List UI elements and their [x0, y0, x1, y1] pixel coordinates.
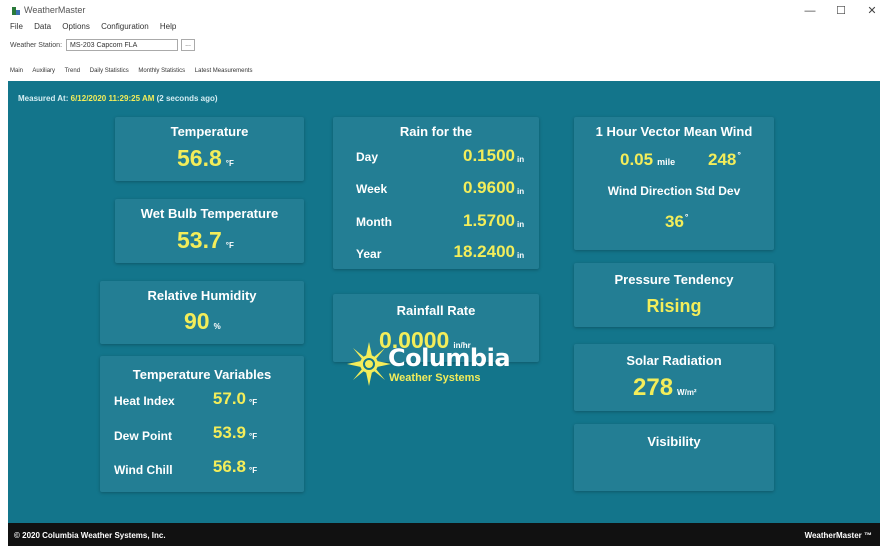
wet-bulb-unit: °F — [225, 241, 234, 250]
menu-configuration[interactable]: Configuration — [101, 22, 149, 31]
rain-week-label: Week — [356, 182, 388, 196]
maximize-button[interactable]: ☐ — [826, 2, 856, 20]
wet-bulb-value: 53.7 — [177, 227, 222, 253]
tab-trend[interactable]: Trend — [65, 68, 80, 74]
title-bar: WeatherMaster — ☐ ✕ — [0, 0, 889, 22]
heat-index-unit: °F — [249, 398, 258, 407]
heat-index-label: Heat Index — [114, 394, 175, 408]
wind-speed-row: 0.05 mile — [620, 150, 675, 170]
dashboard: Measured At: 6/12/2020 11:29:25 AM (2 se… — [8, 81, 880, 523]
rain-month-value: 1.5700 — [463, 211, 515, 230]
wind-std-title: Wind Direction Std Dev — [607, 184, 741, 198]
rain-month-unit: in — [517, 220, 525, 229]
rain-month-label: Month — [356, 215, 392, 229]
temperature-variables-panel: Temperature Variables Heat Index 57.0 °F… — [100, 356, 304, 492]
wind-std-deg: ° — [684, 212, 689, 222]
humidity-panel: Relative Humidity 90% — [100, 281, 304, 344]
dew-point-label: Dew Point — [114, 429, 173, 443]
window-title: WeatherMaster — [24, 5, 86, 15]
temperature-title: Temperature — [170, 124, 249, 139]
heat-index-value: 57.0 — [212, 389, 246, 408]
wind-speed-value: 0.05 — [620, 150, 654, 169]
logo-subtitle: Weather Systems — [389, 372, 481, 384]
dew-point-unit: °F — [249, 432, 258, 441]
tab-auxiliary[interactable]: Auxiliary — [32, 68, 55, 74]
menu-data[interactable]: Data — [34, 22, 51, 31]
footer-copyright: © 2020 Columbia Weather Systems, Inc. — [14, 531, 166, 540]
wind-chill-label: Wind Chill — [114, 463, 173, 477]
visibility-panel: Visibility — [574, 424, 774, 491]
tab-main[interactable]: Main — [10, 68, 23, 74]
wet-bulb-title: Wet Bulb Temperature — [140, 206, 279, 221]
menu-help[interactable]: Help — [160, 22, 176, 31]
tab-monthly-statistics[interactable]: Monthly Statistics — [138, 68, 185, 74]
wind-direction-row: 248° — [708, 150, 741, 170]
rain-year-value: 18.2400 — [453, 242, 515, 261]
rain-week-value: 0.9600 — [463, 178, 515, 197]
wet-bulb-value-row: 53.7 °F — [177, 227, 234, 254]
solar-title: Solar Radiation — [626, 353, 722, 368]
rain-week-unit: in — [517, 187, 525, 196]
footer-product: WeatherMaster ™ — [804, 531, 872, 540]
sun-icon — [347, 342, 391, 386]
humidity-value: 90 — [184, 308, 210, 334]
rain-panel: Rain for the Day 0.1500 in Week 0.9600 i… — [333, 117, 539, 269]
measured-at: Measured At: 6/12/2020 11:29:25 AM (2 se… — [18, 94, 218, 103]
menu-file[interactable]: File — [10, 22, 23, 31]
humidity-unit: % — [213, 322, 221, 331]
station-label: Weather Station: — [10, 42, 63, 49]
visibility-title: Visibility — [647, 434, 701, 449]
measured-label: Measured At: — [18, 94, 69, 103]
solar-value: 278 — [633, 374, 674, 401]
wind-speed-unit: mile — [657, 157, 676, 167]
wind-std-value: 36 — [665, 212, 684, 231]
wind-chill-value: 56.8 — [212, 457, 246, 476]
minimize-button[interactable]: — — [795, 2, 825, 20]
temperature-unit: °F — [225, 159, 234, 168]
rain-title: Rain for the — [399, 124, 473, 139]
temperature-variables-title: Temperature Variables — [132, 367, 272, 382]
wind-title: 1 Hour Vector Mean Wind — [595, 124, 753, 139]
station-browse-button[interactable]: ... — [181, 39, 195, 51]
wind-std-row: 36° — [665, 212, 689, 232]
rain-year-label: Year — [356, 247, 382, 261]
humidity-title: Relative Humidity — [147, 288, 257, 303]
menu-options[interactable]: Options — [62, 22, 90, 31]
temperature-panel: Temperature 56.8 °F — [115, 117, 304, 181]
solar-panel: Solar Radiation 278 W/m² — [574, 344, 774, 411]
station-select[interactable]: MS-203 Capcom FLA — [66, 39, 178, 51]
pressure-panel: Pressure Tendency Rising — [574, 263, 774, 327]
temperature-value-row: 56.8 °F — [177, 145, 234, 172]
measured-time: 6/12/2020 11:29:25 AM — [70, 94, 155, 103]
app-icon — [12, 7, 20, 15]
tab-daily-statistics[interactable]: Daily Statistics — [90, 68, 129, 74]
close-button[interactable]: ✕ — [857, 2, 887, 20]
tab-bar: Main Auxiliary Trend Daily Statistics Mo… — [10, 68, 260, 78]
wind-direction-deg: ° — [737, 150, 741, 160]
logo-name: Columbia — [388, 344, 511, 372]
pressure-title: Pressure Tendency — [614, 272, 734, 287]
menu-bar: File Data Options Configuration Help — [10, 22, 185, 36]
rain-day-label: Day — [356, 150, 379, 164]
dew-point-value: 53.9 — [212, 423, 246, 442]
rain-day-value: 0.1500 — [463, 146, 515, 165]
tab-latest-measurements[interactable]: Latest Measurements — [195, 68, 253, 74]
humidity-value-row: 90% — [184, 308, 221, 335]
pressure-value: Rising — [646, 296, 702, 316]
footer: © 2020 Columbia Weather Systems, Inc. We… — [8, 523, 880, 546]
wind-direction-value: 248 — [708, 150, 737, 169]
measured-ago: (2 seconds ago) — [156, 94, 218, 103]
rain-day-unit: in — [517, 155, 525, 164]
columbia-logo: Columbia Weather Systems — [345, 340, 515, 390]
wind-panel: 1 Hour Vector Mean Wind 0.05 mile 248° Wi… — [574, 117, 774, 250]
rainfall-rate-title: Rainfall Rate — [396, 303, 476, 318]
solar-value-row: 278 W/m² — [633, 374, 697, 402]
temperature-value: 56.8 — [177, 145, 222, 171]
rain-year-unit: in — [517, 251, 525, 260]
solar-unit: W/m² — [677, 388, 697, 397]
wind-chill-unit: °F — [249, 466, 258, 475]
wet-bulb-panel: Wet Bulb Temperature 53.7 °F — [115, 199, 304, 263]
